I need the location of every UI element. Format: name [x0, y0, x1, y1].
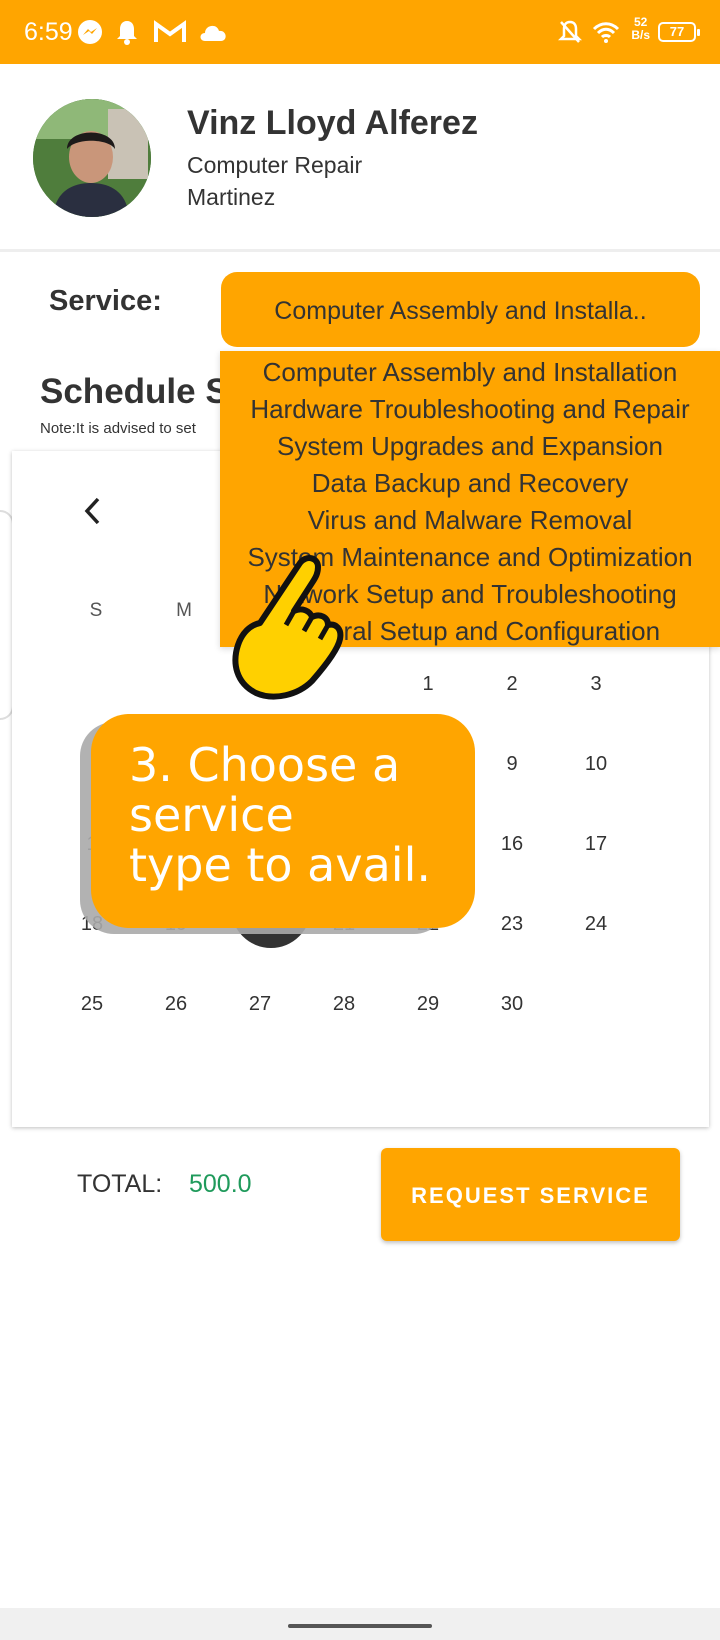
- messenger-icon: [76, 18, 104, 46]
- pointing-hand-icon: [228, 553, 358, 703]
- calendar-day[interactable]: 10: [571, 753, 621, 776]
- status-bar: 6:59 52 B/s 77: [0, 0, 720, 64]
- weekday-header: M: [176, 600, 192, 621]
- calendar-day[interactable]: 17: [571, 833, 621, 856]
- status-time: 6:59: [24, 18, 73, 46]
- calendar-day[interactable]: 9: [487, 753, 537, 776]
- battery-icon: 77: [658, 22, 700, 42]
- calendar-day[interactable]: 26: [151, 993, 201, 1016]
- service-dropdown[interactable]: Computer Assembly and Installa..: [221, 272, 700, 347]
- calendar-day[interactable]: 28: [319, 993, 369, 1016]
- schedule-note: Note:It is advised to set: [40, 420, 196, 437]
- service-option[interactable]: System Upgrades and Expansion: [220, 428, 720, 465]
- calendar-day[interactable]: 3: [571, 673, 621, 696]
- wifi-icon: [592, 18, 620, 46]
- provider-name: Vinz Lloyd Alferez: [187, 104, 478, 142]
- home-gesture-handle[interactable]: [288, 1624, 432, 1628]
- provider-location: Martinez: [187, 184, 276, 210]
- cloud-icon: [196, 18, 230, 46]
- gmail-icon: [153, 18, 187, 46]
- calendar-day[interactable]: 2: [487, 673, 537, 696]
- service-option[interactable]: Hardware Troubleshooting and Repair: [220, 391, 720, 428]
- calendar-day[interactable]: 1: [403, 673, 453, 696]
- total-label: TOTAL:: [77, 1170, 163, 1198]
- weekday-header: S: [89, 600, 103, 621]
- total-value: 500.0: [189, 1170, 252, 1198]
- service-option[interactable]: Virus and Malware Removal: [220, 502, 720, 539]
- calendar-day[interactable]: 30: [487, 993, 537, 1016]
- calendar-day[interactable]: 29: [403, 993, 453, 1016]
- provider-profession: Computer Repair: [187, 152, 363, 178]
- network-speed: 52 B/s: [631, 15, 650, 42]
- calendar-day[interactable]: 27: [235, 993, 285, 1016]
- service-option[interactable]: Computer Assembly and Installation: [220, 354, 720, 391]
- tutorial-tip: 3. Choose a service type to avail.: [91, 714, 475, 928]
- navigation-bar: [0, 1608, 720, 1640]
- calendar-day[interactable]: 16: [487, 833, 537, 856]
- provider-profile: Vinz Lloyd Alferez Computer Repair Marti…: [0, 64, 720, 252]
- service-option[interactable]: Data Backup and Recovery: [220, 465, 720, 502]
- calendar-day[interactable]: 25: [67, 993, 117, 1016]
- avatar: [33, 99, 151, 217]
- request-service-button[interactable]: REQUEST SERVICE: [381, 1148, 680, 1241]
- bell-icon: [113, 18, 141, 46]
- calendar-day[interactable]: 23: [487, 913, 537, 936]
- mute-bell-icon: [556, 18, 584, 46]
- previous-month-button[interactable]: [82, 493, 102, 535]
- schedule-title: Schedule S: [40, 372, 229, 411]
- calendar-day[interactable]: 24: [571, 913, 621, 936]
- service-label: Service:: [49, 285, 162, 317]
